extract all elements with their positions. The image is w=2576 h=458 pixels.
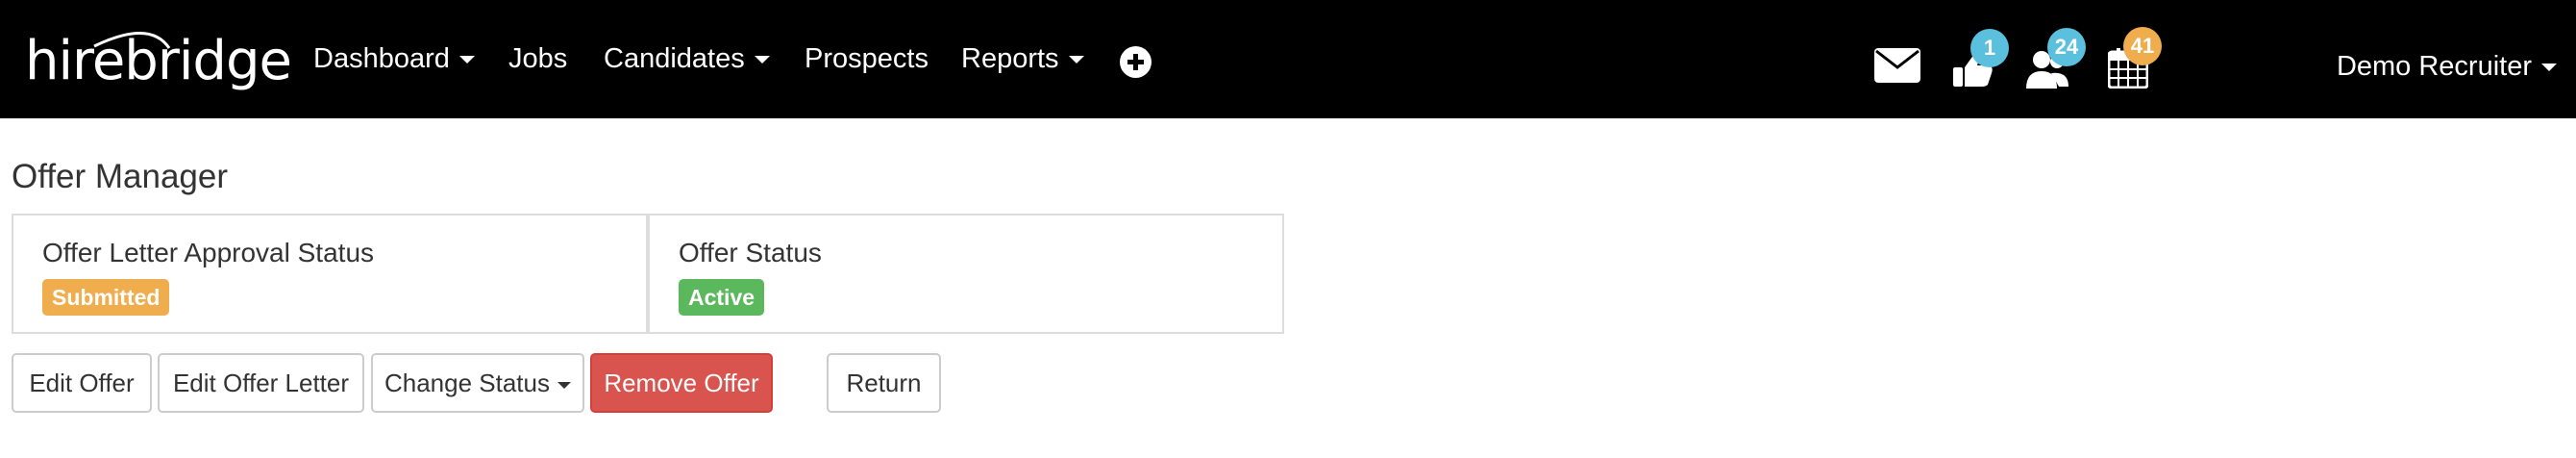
edit-offer-label: Edit Offer xyxy=(29,369,135,397)
caret-down-icon xyxy=(754,56,770,64)
caret-down-icon xyxy=(458,56,475,64)
approval-status-panel: Offer Letter Approval Status Submitted xyxy=(12,214,648,334)
nav-jobs[interactable]: Jobs xyxy=(508,42,567,75)
return-button[interactable]: Return xyxy=(827,353,941,413)
remove-offer-button[interactable]: Remove Offer xyxy=(590,353,773,413)
edit-offer-button[interactable]: Edit Offer xyxy=(12,353,152,413)
offer-status-badge: Active xyxy=(679,279,765,316)
caret-down-icon xyxy=(2541,64,2557,72)
user-name: Demo Recruiter xyxy=(2336,51,2532,82)
edit-offer-letter-label: Edit Offer Letter xyxy=(172,369,350,397)
calendar-badge: 41 xyxy=(2123,27,2162,65)
nav-prospects-label: Prospects xyxy=(805,43,929,74)
users-badge: 24 xyxy=(2047,28,2086,66)
page-title: Offer Manager xyxy=(12,158,229,195)
nav-dashboard[interactable]: Dashboard xyxy=(313,42,475,75)
hirebridge-logo[interactable]: hirebridge xyxy=(25,25,292,94)
top-navbar: hirebridge Dashboard Jobs Candidates Pro… xyxy=(0,0,2576,118)
nav-reports[interactable]: Reports xyxy=(961,42,1084,75)
remove-offer-label: Remove Offer xyxy=(604,369,759,397)
nav-prospects[interactable]: Prospects xyxy=(805,42,929,75)
caret-down-icon xyxy=(557,381,571,389)
approval-status-badge: Submitted xyxy=(42,279,170,316)
envelope-icon[interactable] xyxy=(1874,48,1920,83)
approvals-badge: 1 xyxy=(1970,29,2009,67)
change-status-label: Change Status xyxy=(384,369,550,397)
nav-candidates[interactable]: Candidates xyxy=(604,42,770,75)
add-new-icon[interactable] xyxy=(1120,46,1152,78)
approval-status-heading: Offer Letter Approval Status xyxy=(42,238,375,267)
nav-dashboard-label: Dashboard xyxy=(313,43,450,74)
offer-status-panel: Offer Status Active xyxy=(648,214,1284,334)
nav-jobs-label: Jobs xyxy=(508,43,568,74)
offer-status-heading: Offer Status xyxy=(679,238,822,267)
change-status-button[interactable]: Change Status xyxy=(371,353,584,413)
user-menu[interactable]: Demo Recruiter xyxy=(2337,50,2557,83)
edit-offer-letter-button[interactable]: Edit Offer Letter xyxy=(158,353,364,413)
logo-text: hirebridge xyxy=(25,30,292,92)
return-label: Return xyxy=(846,369,922,397)
caret-down-icon xyxy=(1068,56,1084,64)
nav-candidates-label: Candidates xyxy=(604,43,745,74)
nav-reports-label: Reports xyxy=(961,43,1059,74)
